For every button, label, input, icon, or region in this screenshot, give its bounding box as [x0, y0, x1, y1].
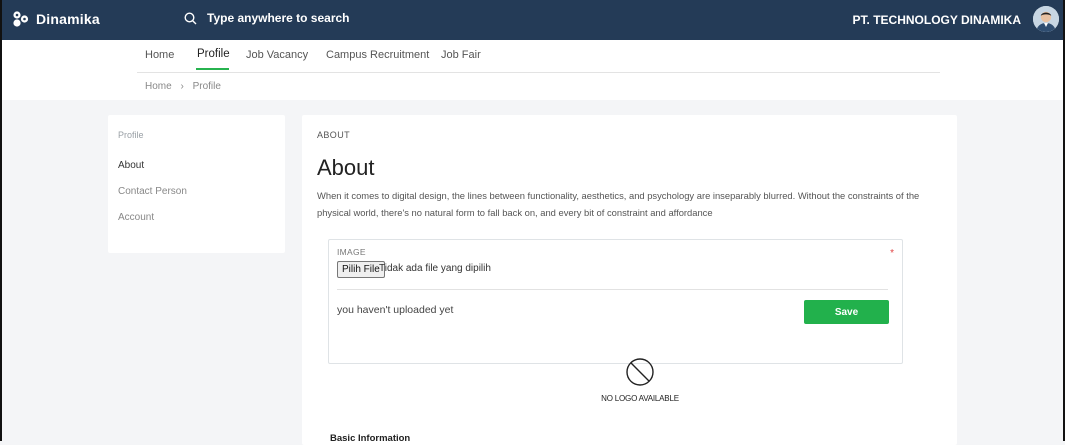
file-status: Tidak ada file yang dipilih [379, 263, 491, 274]
search-input[interactable] [207, 11, 507, 25]
nav-active-indicator [196, 68, 229, 70]
breadcrumb-separator: › [180, 81, 184, 92]
nav-campus-recruitment[interactable]: Campus Recruitment [326, 49, 429, 61]
image-label: IMAGE [337, 247, 366, 257]
about-card: ABOUT About When it comes to digital des… [302, 115, 957, 445]
main-nav: Home Profile Job Vacancy Campus Recruitm… [137, 40, 940, 73]
top-bar: Dinamika PT. TECHNOLOGY DINAMIKA [0, 0, 1065, 40]
upload-status: you haven't uploaded yet [337, 304, 454, 316]
nav-home[interactable]: Home [145, 49, 174, 61]
nav-job-vacancy[interactable]: Job Vacancy [246, 49, 308, 61]
nav-area: Home Profile Job Vacancy Campus Recruitm… [0, 40, 1065, 100]
sidebar-card: Profile About Contact Person Account [108, 115, 285, 253]
section-label: ABOUT [317, 130, 351, 140]
search-bar[interactable] [184, 11, 507, 25]
choose-file-button[interactable]: Pilih File [337, 261, 385, 278]
nav-profile[interactable]: Profile [197, 48, 230, 60]
required-mark: * [890, 248, 894, 259]
no-logo-placeholder: NO LOGO AVAILABLE [570, 357, 710, 403]
breadcrumb: Home › Profile [145, 81, 221, 92]
divider [337, 289, 888, 290]
save-button[interactable]: Save [804, 300, 889, 324]
breadcrumb-home[interactable]: Home [145, 81, 172, 92]
search-icon [184, 11, 197, 24]
sidebar-item-about[interactable]: About [118, 160, 144, 171]
sidebar-item-contact-person[interactable]: Contact Person [118, 186, 187, 197]
about-description: When it comes to digital design, the lin… [317, 190, 920, 218]
basic-information-title: Basic Information [330, 433, 411, 444]
user-avatar-icon [1033, 6, 1059, 32]
sidebar-item-account[interactable]: Account [118, 212, 154, 223]
nav-job-fair[interactable]: Job Fair [441, 49, 481, 61]
breadcrumb-current: Profile [192, 81, 221, 92]
image-upload-panel: IMAGE * Pilih File Tidak ada file yang d… [328, 239, 903, 364]
no-logo-text: NO LOGO AVAILABLE [601, 394, 679, 403]
no-symbol-icon [626, 358, 654, 386]
logo-text: Dinamika [36, 11, 100, 27]
dinamika-logo-icon [13, 11, 29, 27]
sidebar-section-title: Profile [118, 130, 144, 140]
page-title: About [317, 155, 375, 180]
avatar[interactable] [1033, 6, 1059, 32]
company-name[interactable]: PT. TECHNOLOGY DINAMIKA [853, 13, 1021, 27]
logo[interactable]: Dinamika [12, 10, 100, 28]
